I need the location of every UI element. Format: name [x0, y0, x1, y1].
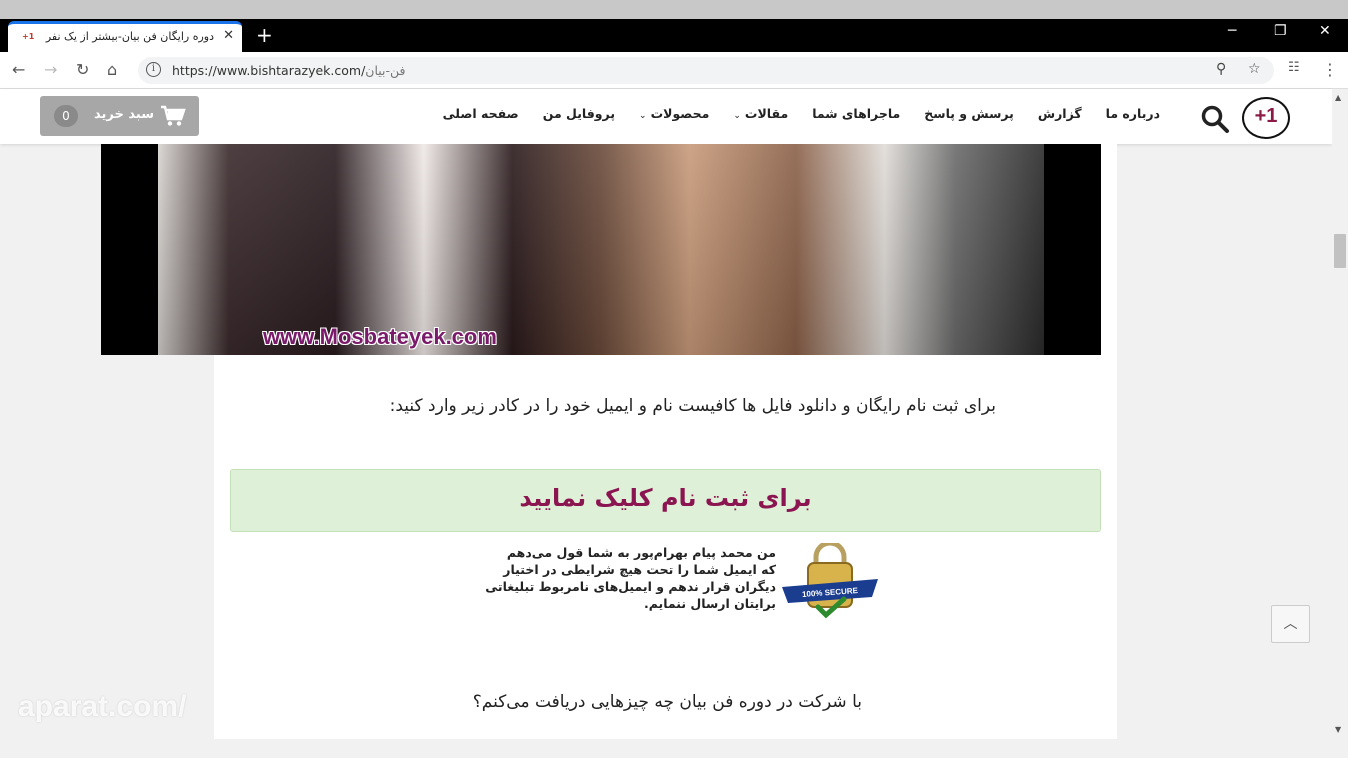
desktop-strip	[0, 0, 1348, 19]
scroll-up-arrow-icon[interactable]: ▲	[1335, 93, 1341, 102]
section-question: با شرکت در دوره فن بیان چه چیزهایی دریاف…	[472, 692, 862, 712]
video-player[interactable]: www.Mosbateyek.com	[101, 144, 1101, 355]
restore-button[interactable]: ❐	[1274, 23, 1287, 39]
menu-profile[interactable]: پروفایل من	[531, 106, 627, 121]
close-window-button[interactable]: ✕	[1319, 23, 1331, 39]
cart-label: سبد خرید	[94, 107, 154, 122]
browser-toolbar: ← → ↻ ⌂ i https://www.bishtarazyek.com/ف…	[0, 52, 1348, 89]
bottom-strip	[0, 739, 1348, 758]
chevron-down-icon: ⌄	[639, 111, 647, 121]
url-host: https://www.bishtarazyek.com/	[172, 63, 366, 78]
menu-products[interactable]: محصولات⌄	[627, 106, 721, 121]
menu-qa[interactable]: پرسش و پاسخ	[912, 106, 1026, 121]
home-icon[interactable]: ⌂	[107, 60, 117, 79]
page-scrollbar[interactable]: ▲ ▼	[1332, 89, 1348, 739]
scroll-down-arrow-icon[interactable]: ▼	[1335, 725, 1341, 734]
zoom-icon[interactable]: ⚲	[1216, 61, 1226, 77]
secure-lock-badge-icon: 100% SECURE	[782, 543, 878, 619]
menu-about[interactable]: درباره ما	[1094, 106, 1172, 121]
pledge-line: که ایمیل شما را تحت هیچ شرایطی در اختیار	[503, 562, 776, 577]
menu-stories[interactable]: ماجراهای شما	[800, 106, 912, 121]
new-tab-button[interactable]: +	[256, 23, 273, 47]
tab-close-icon[interactable]: ✕	[223, 28, 234, 43]
cart-icon	[161, 105, 186, 126]
chevron-down-icon: ⌄	[733, 111, 741, 121]
scroll-to-top-button[interactable]: ︿	[1271, 605, 1310, 643]
pledge-line: برایتان ارسال ننمایم.	[643, 596, 776, 611]
minimize-button[interactable]: ─	[1228, 23, 1236, 39]
menu-articles[interactable]: مقالات⌄	[721, 106, 800, 121]
main-menu: صفحه اصلی پروفایل من محصولات⌄ مقالات⌄ ما…	[431, 106, 1172, 121]
bookmark-star-icon[interactable]: ☆	[1248, 61, 1261, 77]
back-arrow-icon[interactable]: ←	[12, 60, 25, 79]
video-watermark: www.Mosbateyek.com	[263, 324, 497, 349]
site-logo[interactable]: +1	[1242, 97, 1290, 139]
logo-text: +1	[1254, 105, 1278, 127]
cart-count-badge: 0	[54, 105, 78, 127]
extension-icon[interactable]: ☷	[1288, 60, 1300, 75]
favicon-icon: +1	[22, 32, 35, 41]
privacy-pledge: من محمد پیام بهرام‌پور به شما قول می‌دهم…	[440, 544, 776, 612]
pledge-line: من محمد پیام بهرام‌پور به شما قول می‌دهم	[506, 545, 776, 560]
tab-bar: +1 دوره رایگان فن بیان-بیشتر از یک نفر ✕…	[0, 19, 1348, 52]
register-button[interactable]: برای ثبت نام کلیک نمایید	[230, 469, 1101, 532]
scroll-thumb[interactable]	[1334, 234, 1346, 268]
menu-report[interactable]: گزارش	[1026, 106, 1094, 121]
menu-home[interactable]: صفحه اصلی	[431, 106, 531, 121]
site-info-icon[interactable]: i	[146, 62, 161, 77]
reload-icon[interactable]: ↻	[76, 60, 89, 79]
site-header: +1 صفحه اصلی پروفایل من محصولات⌄ مقالات⌄…	[0, 89, 1332, 144]
menu-kebab-icon[interactable]: ⋮	[1322, 60, 1338, 79]
aparat-watermark: aparat.com/	[18, 690, 187, 723]
address-bar[interactable]: i https://www.bishtarazyek.com/فن-بیان ⚲…	[138, 57, 1274, 84]
url-text[interactable]: https://www.bishtarazyek.com/فن-بیان	[172, 63, 406, 78]
tab-title: دوره رایگان فن بیان-بیشتر از یک نفر	[45, 30, 214, 43]
search-icon[interactable]	[1200, 104, 1230, 134]
browser-tab[interactable]: +1 دوره رایگان فن بیان-بیشتر از یک نفر ✕	[8, 21, 242, 52]
register-button-label: برای ثبت نام کلیک نمایید	[519, 484, 812, 512]
cart-button[interactable]: 0 سبد خرید	[40, 96, 199, 136]
intro-text: برای ثبت نام رایگان و دانلود فایل ها کاف…	[389, 396, 996, 416]
forward-arrow-icon[interactable]: →	[44, 60, 57, 79]
url-path: فن-بیان	[365, 63, 406, 78]
pledge-line: دیگران قرار ندهم و ایمیل‌های نامربوط تبل…	[485, 579, 776, 594]
